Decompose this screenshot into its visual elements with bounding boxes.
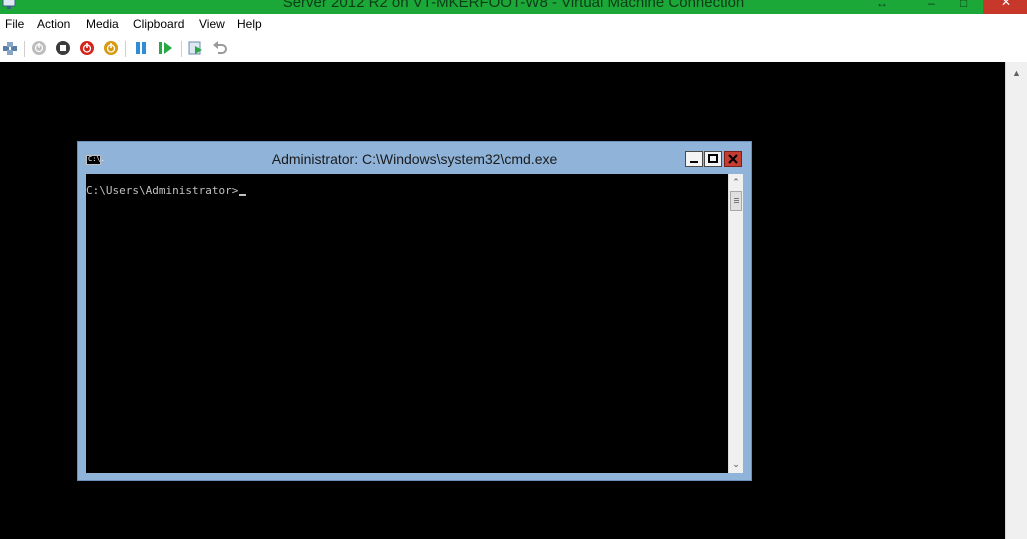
- menu-clipboard[interactable]: Clipboard: [133, 17, 184, 31]
- cmd-minimize-button[interactable]: [685, 151, 703, 167]
- toolbar-separator: [125, 41, 126, 57]
- checkpoint-icon[interactable]: [188, 40, 204, 56]
- cmd-maximize-button[interactable]: [704, 151, 722, 167]
- toolbar-separator: [181, 41, 182, 57]
- close-icon: [728, 154, 738, 164]
- window-maximize-button[interactable]: □: [960, 0, 967, 10]
- cmd-prompt: C:\Users\Administrator>: [86, 184, 239, 197]
- start-icon[interactable]: [31, 40, 47, 56]
- maximize-icon: [708, 154, 718, 163]
- toolbar-separator: [24, 41, 25, 57]
- toolbar: [0, 35, 1027, 63]
- window-restore-icon[interactable]: ↔: [876, 0, 888, 10]
- menu-view[interactable]: View: [199, 17, 225, 31]
- cmd-titlebar[interactable]: C:\. Administrator: C:\Windows\system32\…: [78, 142, 751, 174]
- menu-file[interactable]: File: [5, 17, 24, 31]
- shut-down-icon[interactable]: [79, 40, 95, 56]
- cmd-console[interactable]: C:\Users\Administrator>: [86, 174, 728, 473]
- window-close-button[interactable]: ✕: [983, 0, 1027, 14]
- cmd-prompt-line: C:\Users\Administrator>: [86, 184, 247, 197]
- menu-bar: File Action Media Clipboard View Help: [0, 14, 1027, 35]
- text-cursor: [239, 194, 247, 196]
- cmd-title: Administrator: C:\Windows\system32\cmd.e…: [271, 151, 558, 167]
- scroll-up-icon[interactable]: ⌃: [731, 177, 741, 187]
- scroll-down-icon[interactable]: ⌄: [731, 459, 741, 469]
- close-icon: ✕: [1001, 0, 1012, 9]
- revert-icon[interactable]: [212, 40, 228, 56]
- scroll-up-icon[interactable]: ▲: [1012, 68, 1021, 78]
- window-minimize-button[interactable]: –: [928, 0, 935, 10]
- cmd-close-button[interactable]: [724, 151, 742, 167]
- window-title: Server 2012 R2 on VT-MKERFOOT-W8 - Virtu…: [282, 0, 745, 11]
- cmd-scrollbar[interactable]: ⌃ ⌄: [728, 174, 743, 473]
- turn-off-icon[interactable]: [55, 40, 71, 56]
- pause-icon[interactable]: [133, 40, 149, 56]
- save-icon[interactable]: [103, 40, 119, 56]
- menu-media[interactable]: Media: [86, 17, 119, 31]
- cmd-scroll-thumb[interactable]: [730, 191, 742, 211]
- window-titlebar: Server 2012 R2 on VT-MKERFOOT-W8 - Virtu…: [0, 0, 1027, 14]
- minimize-icon: [690, 161, 698, 163]
- ctrl-alt-del-icon[interactable]: [2, 40, 18, 56]
- vm-screen-scrollbar[interactable]: ▲: [1005, 62, 1027, 539]
- menu-help[interactable]: Help: [237, 17, 262, 31]
- menu-action[interactable]: Action: [37, 17, 70, 31]
- cmd-window: C:\. Administrator: C:\Windows\system32\…: [77, 141, 752, 481]
- reset-icon[interactable]: [157, 40, 173, 56]
